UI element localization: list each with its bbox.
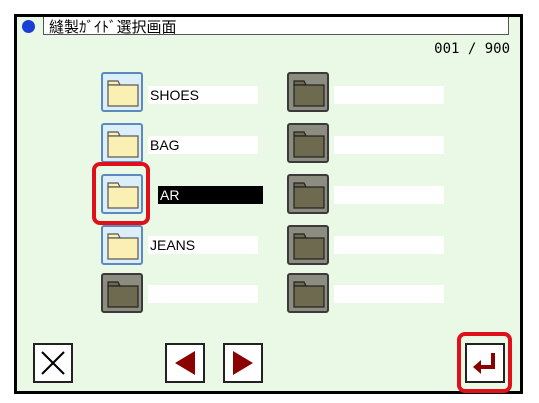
empty-folder-icon (293, 131, 325, 158)
folder-button-shoes[interactable] (101, 72, 143, 112)
screen-frame: 縫製ｶﾞｲﾄﾞ選択画面 001 / 900 SHOES BAG AR JEANS (14, 14, 523, 394)
folder-button-jeans[interactable] (101, 225, 143, 265)
folder-label-empty (148, 285, 258, 303)
page-title: 縫製ｶﾞｲﾄﾞ選択画面 (49, 18, 177, 36)
folder-icon (107, 131, 139, 158)
folder-label-ar: AR (158, 186, 263, 204)
empty-folder-icon (293, 281, 325, 308)
triangle-left-icon (175, 351, 195, 375)
folder-label-empty (334, 186, 444, 204)
folder-label-empty (334, 236, 444, 254)
folder-icon (107, 233, 139, 260)
empty-folder-icon (293, 80, 325, 107)
folder-label-empty (334, 86, 444, 104)
folder-button-empty[interactable] (287, 72, 329, 112)
triangle-right-icon (233, 351, 253, 375)
selection-highlight (92, 162, 150, 225)
folder-icon (107, 80, 139, 107)
empty-folder-icon (293, 233, 325, 260)
folder-label-empty (334, 136, 444, 154)
folder-button-empty[interactable] (287, 273, 329, 313)
folder-button-bag[interactable] (101, 123, 143, 163)
folder-label-jeans: JEANS (148, 236, 258, 254)
folder-button-empty[interactable] (101, 273, 143, 313)
enter-highlight (457, 332, 512, 393)
folder-label-empty (334, 285, 444, 303)
folder-label-bag: BAG (148, 136, 258, 154)
folder-label-shoes: SHOES (148, 86, 258, 104)
next-page-button[interactable] (223, 343, 263, 383)
empty-folder-icon (293, 182, 325, 209)
previous-page-button[interactable] (165, 343, 205, 383)
status-dot-icon (22, 20, 35, 33)
close-icon (41, 351, 65, 375)
empty-folder-icon (107, 281, 139, 308)
folder-button-empty[interactable] (287, 123, 329, 163)
close-button[interactable] (33, 343, 73, 383)
folder-button-empty[interactable] (287, 225, 329, 265)
folder-button-empty[interactable] (287, 174, 329, 214)
page-counter: 001 / 900 (434, 41, 510, 57)
header: 縫製ｶﾞｲﾄﾞ選択画面 (17, 17, 520, 40)
